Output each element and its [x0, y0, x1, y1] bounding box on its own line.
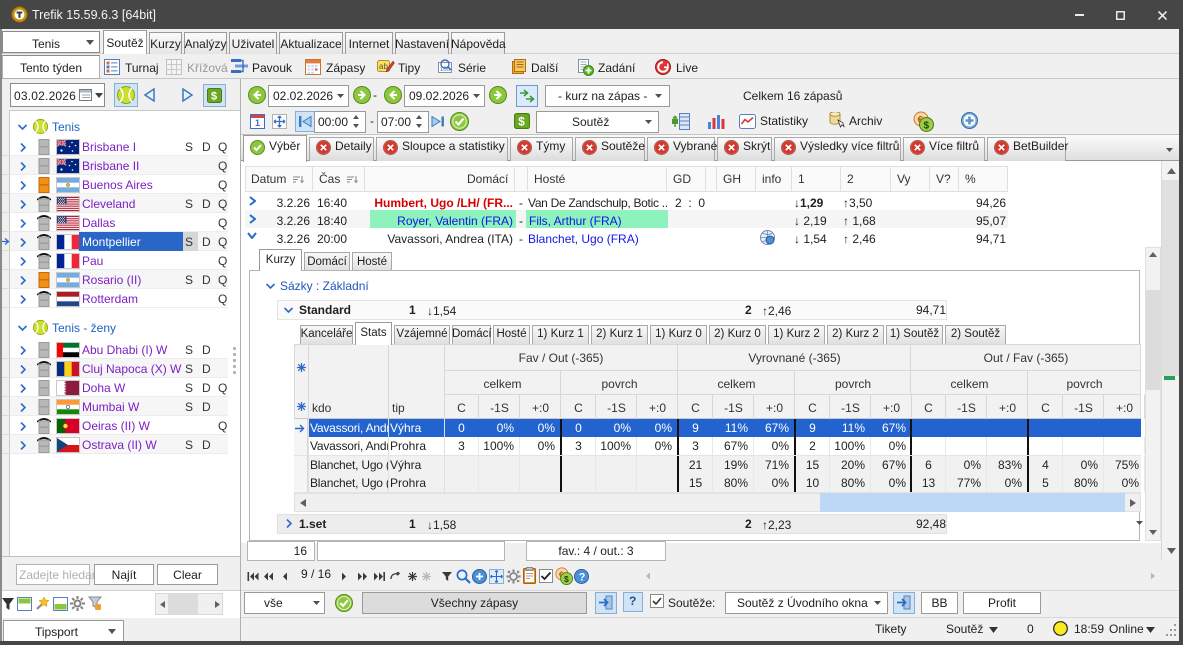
svg-text:1: 1 [255, 118, 260, 128]
svg-text:$: $ [564, 574, 569, 584]
svg-text:$: $ [924, 121, 930, 132]
svg-text:?: ? [579, 571, 585, 583]
svg-text:$: $ [211, 91, 217, 103]
svg-text:$: $ [518, 115, 525, 128]
